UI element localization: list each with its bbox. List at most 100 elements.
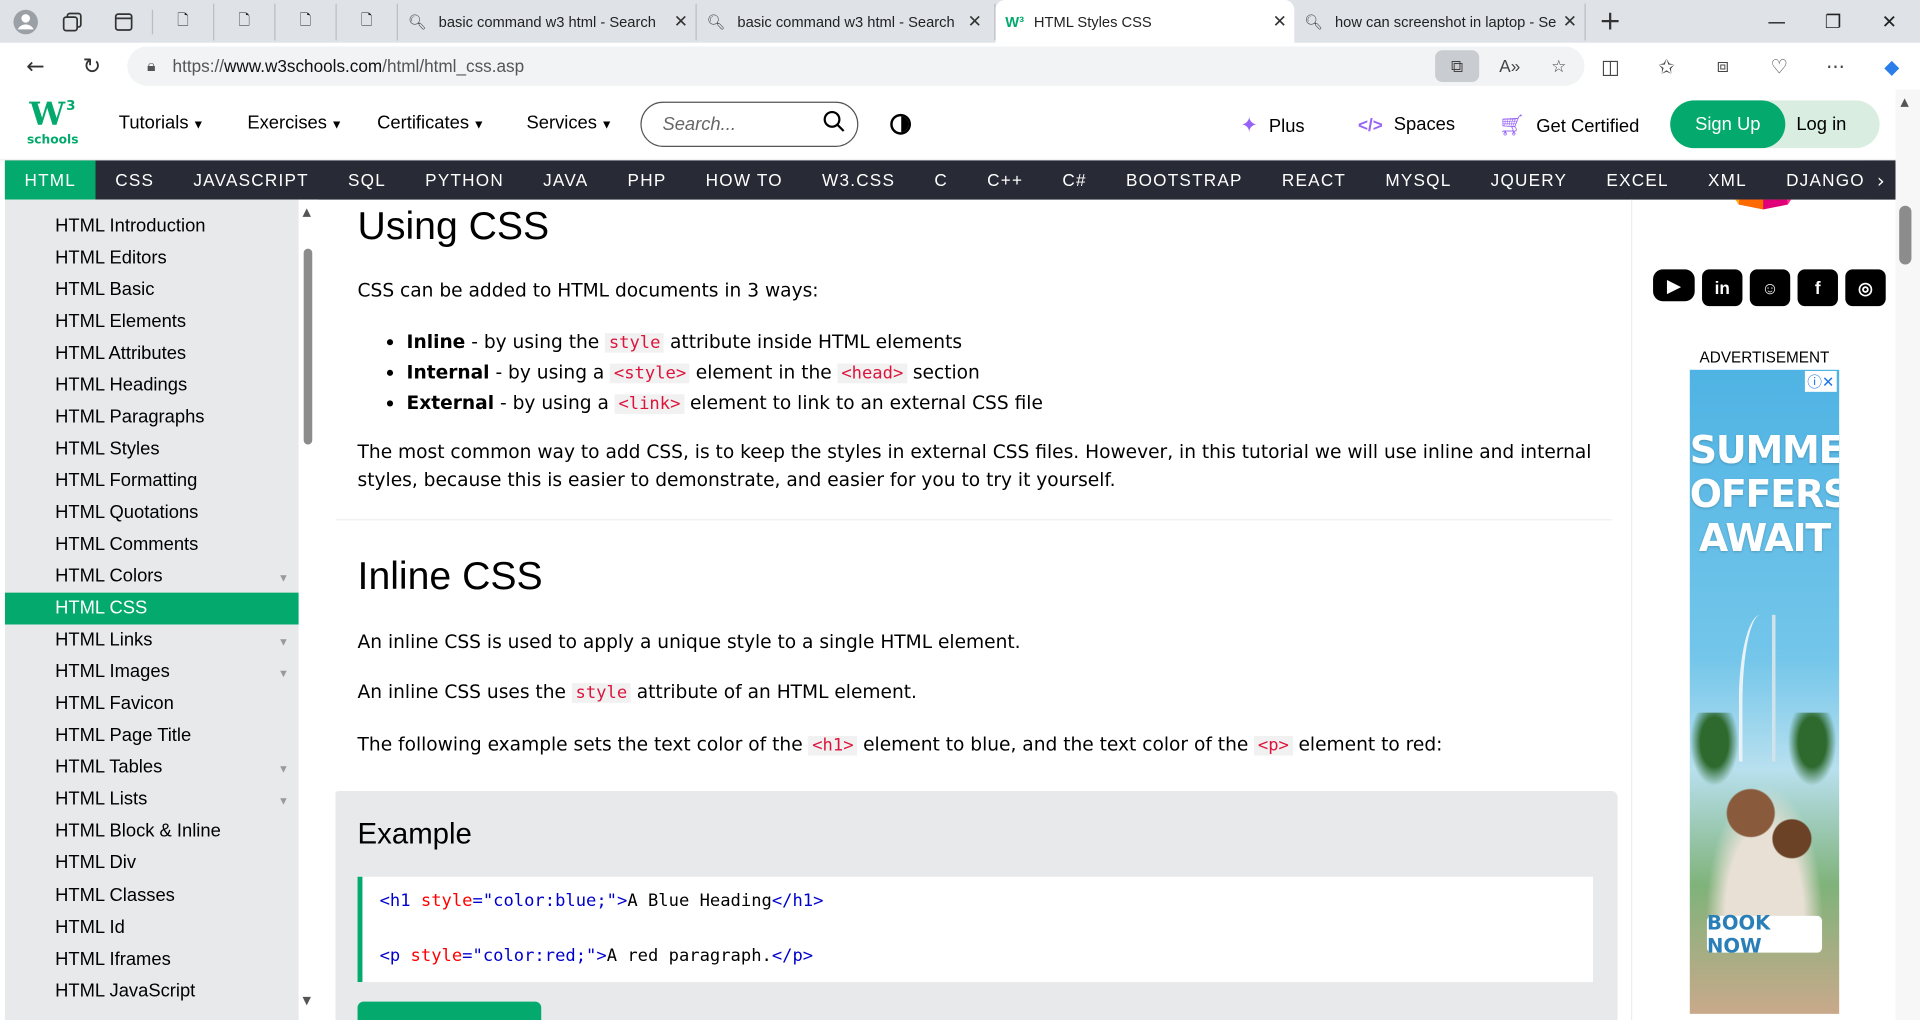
tab-search-1[interactable]: 🔍︎ basic command w3 html - Search ✕	[398, 3, 697, 40]
pinned-tab-4[interactable]: 🗋	[337, 3, 398, 40]
topnav-item-c[interactable]: C	[915, 160, 968, 199]
book-now-button[interactable]: BOOK NOW	[1706, 911, 1823, 958]
sidebar-item-html-comments[interactable]: HTML Comments	[5, 528, 299, 560]
menu-certificates[interactable]: Certificates ▼	[377, 113, 485, 134]
sidebar-item-html-block-inline[interactable]: HTML Block & Inline	[5, 815, 299, 847]
expand-caret-icon[interactable]: ▼	[278, 667, 289, 679]
discord-icon[interactable]: ☺	[1749, 269, 1791, 307]
w3schools-logo[interactable]: W 3 schools	[27, 97, 83, 153]
close-icon[interactable]: ✕	[1273, 11, 1287, 32]
copilot-icon[interactable]: ◆	[1864, 50, 1920, 82]
scroll-up-icon[interactable]: ▲	[1900, 97, 1908, 109]
new-tab-button[interactable]: +	[1586, 6, 1635, 37]
sidebar-item-html-classes[interactable]: HTML Classes	[5, 879, 299, 911]
workspaces-icon[interactable]	[54, 3, 91, 40]
sidebar-item-html-div[interactable]: HTML Div	[5, 847, 299, 879]
sidebar-item-html-links[interactable]: HTML Links ▼	[5, 624, 299, 656]
topnav-item-how-to[interactable]: HOW TO	[686, 160, 802, 199]
pinned-tab-2[interactable]: 🗋	[214, 3, 276, 40]
instagram-icon[interactable]: ◎	[1845, 269, 1886, 307]
youtube-icon[interactable]: ▶	[1653, 269, 1695, 302]
collections-icon[interactable]: ⧈	[1695, 50, 1751, 82]
split-screen-icon[interactable]: ◫	[1582, 50, 1638, 82]
close-icon[interactable]: ✕	[674, 11, 688, 32]
tab-html-styles-css[interactable]: W³ HTML Styles CSS ✕	[995, 0, 1295, 43]
more-menu-icon[interactable]: ···	[1807, 50, 1863, 82]
sidebar-item-html-headings[interactable]: HTML Headings	[5, 369, 299, 401]
search-icon[interactable]	[823, 110, 845, 138]
refresh-button[interactable]: ↻	[69, 43, 116, 90]
menu-exercises[interactable]: Exercises ▼	[247, 113, 342, 134]
topnav-item-xml[interactable]: XML	[1688, 160, 1766, 199]
expand-caret-icon[interactable]: ▼	[278, 571, 289, 583]
page-scroll-thumb[interactable]	[1899, 205, 1912, 265]
scroll-up-icon[interactable]: ▲	[302, 207, 310, 219]
topnav-item-w3-css[interactable]: W3.CSS	[802, 160, 914, 199]
expand-caret-icon[interactable]: ▼	[278, 763, 289, 775]
pinned-tab-1[interactable]: 🗋	[153, 3, 215, 40]
tab-screenshot-search[interactable]: 🔍︎ how can screenshot in laptop - Se ✕	[1294, 3, 1586, 40]
plus-link[interactable]: ✦ Plus	[1240, 114, 1304, 138]
favorites-icon[interactable]: ✩	[1638, 50, 1694, 82]
facebook-icon[interactable]: f	[1797, 269, 1838, 307]
topnav-item-php[interactable]: PHP	[608, 160, 686, 199]
topnav-item-html[interactable]: HTML	[4, 160, 96, 200]
close-window-button[interactable]: ✕	[1859, 0, 1920, 43]
sidebar-item-html-elements[interactable]: HTML Elements	[5, 305, 299, 337]
tab-search-2[interactable]: 🔍︎ basic command w3 html - Search ✕	[697, 3, 996, 40]
topnav-item-jquery[interactable]: JQUERY	[1471, 160, 1587, 199]
menu-tutorials[interactable]: Tutorials ▼	[119, 113, 205, 134]
try-it-yourself-button[interactable]	[357, 1001, 542, 1020]
sidebar-item-html-styles[interactable]: HTML Styles	[5, 433, 299, 465]
sidebar-item-html-images[interactable]: HTML Images ▼	[5, 656, 299, 688]
topnav-item-sql[interactable]: SQL	[328, 160, 405, 199]
app-available-icon[interactable]: ⧉	[1435, 50, 1480, 83]
url-field[interactable]: 🔒︎ https://www.w3schools.com/html/html_c…	[127, 46, 1585, 86]
topnav-item-python[interactable]: PYTHON	[406, 160, 524, 199]
expand-caret-icon[interactable]: ▼	[278, 795, 289, 807]
sidebar-item-html-basic[interactable]: HTML Basic	[5, 273, 299, 305]
advertisement-banner[interactable]: ⓘ✕ SUMMER OFFERS AWAIT BOOK NOW	[1689, 369, 1840, 1014]
spaces-link[interactable]: </> Spaces	[1358, 114, 1455, 135]
sidebar-item-html-javascript[interactable]: HTML JavaScript	[5, 975, 299, 1007]
sidebar-item-html-page-title[interactable]: HTML Page Title	[5, 720, 299, 752]
sidebar-item-html-colors[interactable]: HTML Colors ▼	[5, 560, 299, 592]
sidebar-item-html-formatting[interactable]: HTML Formatting	[5, 465, 299, 497]
sidebar-item-html-iframes[interactable]: HTML Iframes	[5, 943, 299, 975]
expand-caret-icon[interactable]: ▼	[278, 635, 289, 647]
menu-services[interactable]: Services ▼	[527, 113, 613, 134]
sidebar-item-html-editors[interactable]: HTML Editors	[5, 241, 299, 273]
close-icon[interactable]: ✕	[968, 11, 982, 32]
chevron-right-icon[interactable]: ›	[1866, 160, 1896, 200]
profile-icon[interactable]	[7, 3, 44, 40]
maximize-button[interactable]: ❐	[1802, 0, 1863, 43]
sidebar-item-html-id[interactable]: HTML Id	[5, 911, 299, 943]
sidebar-item-html-favicon[interactable]: HTML Favicon	[5, 688, 299, 720]
sidebar-item-html-quotations[interactable]: HTML Quotations	[5, 496, 299, 528]
topnav-item-javascript[interactable]: JAVASCRIPT	[174, 160, 329, 199]
topnav-item-bootstrap[interactable]: BOOTSTRAP	[1106, 160, 1262, 199]
ad-choices-icon[interactable]: ⓘ✕	[1804, 371, 1837, 392]
read-aloud-icon[interactable]: A»	[1491, 50, 1528, 82]
close-icon[interactable]: ✕	[1563, 11, 1577, 32]
sidebar-item-html-lists[interactable]: HTML Lists ▼	[5, 783, 299, 815]
topnav-item-mysql[interactable]: MYSQL	[1366, 160, 1471, 199]
sidebar-item-html-paragraphs[interactable]: HTML Paragraphs	[5, 401, 299, 433]
search-input[interactable]: Search...	[640, 101, 859, 147]
sidebar-item-html-tables[interactable]: HTML Tables ▼	[5, 752, 299, 784]
topnav-item-css[interactable]: CSS	[96, 160, 174, 199]
topnav-item-java[interactable]: JAVA	[524, 160, 608, 199]
signup-button[interactable]: Sign Up	[1670, 100, 1786, 149]
topnav-item-c++[interactable]: C++	[968, 160, 1043, 199]
back-button[interactable]: ←	[12, 43, 59, 90]
scroll-down-icon[interactable]: ▼	[302, 996, 310, 1008]
tab-actions-icon[interactable]	[105, 3, 142, 40]
topnav-item-c#[interactable]: C#	[1043, 160, 1107, 199]
sidebar-scroll-thumb[interactable]	[303, 248, 313, 445]
sidebar-item-html-css[interactable]: HTML CSS	[4, 592, 299, 625]
topnav-item-react[interactable]: REACT	[1262, 160, 1365, 199]
page-scrollbar[interactable]: ▲	[1895, 89, 1920, 1020]
topnav-item-excel[interactable]: EXCEL	[1587, 160, 1689, 199]
browser-essentials-icon[interactable]: ♡	[1751, 50, 1807, 82]
linkedin-icon[interactable]: in	[1702, 269, 1743, 307]
